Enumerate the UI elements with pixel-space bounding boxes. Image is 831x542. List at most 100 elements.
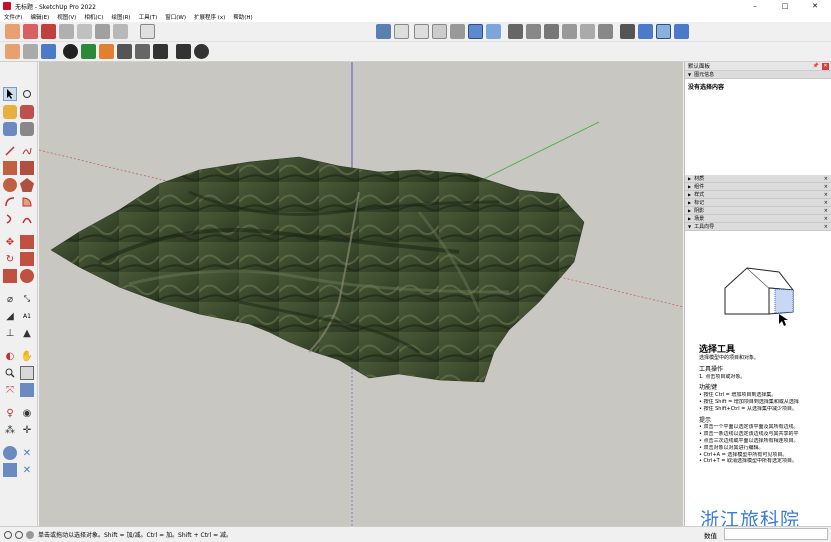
tree-icon[interactable]: [81, 44, 96, 59]
section-close-icon[interactable]: ×: [824, 208, 828, 214]
back-view-icon[interactable]: [580, 24, 595, 39]
stamp-tool-icon[interactable]: ✕: [20, 463, 34, 477]
scale-tool-icon[interactable]: [3, 269, 17, 283]
menu-file[interactable]: 文件(F): [0, 13, 26, 21]
menu-camera[interactable]: 相机(C): [80, 13, 107, 21]
smoove-tool-icon[interactable]: [3, 463, 17, 477]
section-shadows[interactable]: ▶ 阴影 ×: [685, 207, 831, 215]
section-styles[interactable]: ▶ 样式 ×: [685, 191, 831, 199]
model-viewport[interactable]: [39, 62, 683, 526]
lasso-select-icon[interactable]: [20, 87, 34, 101]
section-fill-icon[interactable]: [674, 24, 689, 39]
tag-tool-icon[interactable]: [20, 122, 34, 136]
zoom-extents-icon[interactable]: ⤧: [3, 383, 17, 397]
add-location-icon[interactable]: [41, 44, 56, 59]
section-close-icon[interactable]: ×: [824, 216, 828, 222]
add-icon[interactable]: [63, 44, 78, 59]
back-edges-icon[interactable]: [394, 24, 409, 39]
sandbox-icon[interactable]: [77, 24, 92, 39]
close-button[interactable]: ✕: [800, 0, 830, 12]
rotated-rectangle-icon[interactable]: [20, 161, 34, 175]
mail-icon[interactable]: [176, 44, 191, 59]
position-camera-icon[interactable]: ♀: [3, 406, 17, 420]
polygon-tool-icon[interactable]: [20, 178, 34, 192]
section-materials[interactable]: ▶ 材质 ×: [685, 175, 831, 183]
section-close-icon[interactable]: ×: [824, 224, 828, 230]
protractor-icon[interactable]: ◢: [3, 309, 17, 323]
stamp-icon[interactable]: [95, 24, 110, 39]
section-close-icon[interactable]: ×: [824, 200, 828, 206]
gear-icon[interactable]: [153, 44, 168, 59]
extension-warehouse-icon[interactable]: [41, 24, 56, 39]
shaded-textures-icon[interactable]: [468, 24, 483, 39]
line-tool-icon[interactable]: [3, 144, 17, 158]
minimize-button[interactable]: –: [740, 0, 770, 12]
3d-text-icon[interactable]: ▲: [20, 326, 34, 340]
warehouse-icon[interactable]: [5, 24, 20, 39]
move-tool-icon[interactable]: ✥: [3, 235, 17, 249]
monochrome-icon[interactable]: [486, 24, 501, 39]
section-tags[interactable]: ▶ 标记 ×: [685, 199, 831, 207]
make-component-icon[interactable]: [3, 105, 17, 119]
display-section-planes-icon[interactable]: [638, 24, 653, 39]
section-plane-icon[interactable]: [620, 24, 635, 39]
select-tool-icon[interactable]: [3, 87, 17, 101]
menu-window[interactable]: 窗口(W): [161, 13, 190, 21]
orbit-icon[interactable]: ◐: [3, 349, 17, 363]
display-section-cuts-icon[interactable]: [656, 24, 671, 39]
xray-icon[interactable]: [376, 24, 391, 39]
tray-close-icon[interactable]: ✕: [822, 62, 829, 70]
rectangle-tool-icon[interactable]: [3, 161, 17, 175]
pin-icon[interactable]: 📌: [813, 63, 819, 69]
credits-icon[interactable]: [15, 530, 23, 539]
tape-measure-icon[interactable]: ⌀: [3, 292, 17, 306]
section-plane-tool-icon[interactable]: ✛: [20, 423, 34, 437]
shadows-toggle-icon[interactable]: [140, 24, 155, 39]
menu-tools[interactable]: 工具(T): [135, 13, 162, 21]
front-view-icon[interactable]: [544, 24, 559, 39]
offset-tool-icon[interactable]: [20, 269, 34, 283]
menu-extensions[interactable]: 扩展程序 (x): [190, 13, 229, 21]
dimension-icon[interactable]: ⤡: [20, 292, 34, 306]
push-pull-icon[interactable]: [20, 235, 34, 249]
entity-info-header[interactable]: ▼ 图元信息: [685, 71, 831, 79]
eraser-icon[interactable]: [3, 122, 17, 136]
sandbox-scratch-icon[interactable]: ✕: [20, 446, 34, 460]
top-view-icon[interactable]: [526, 24, 541, 39]
section-components[interactable]: ▶ 组件 ×: [685, 183, 831, 191]
arc-tool-icon[interactable]: [3, 195, 17, 209]
section-scenes[interactable]: ▶ 场景 ×: [685, 215, 831, 223]
layout-icon[interactable]: [59, 24, 74, 39]
paint-bucket-icon[interactable]: [20, 105, 34, 119]
two-point-arc-icon[interactable]: [20, 212, 34, 226]
zoom-window-icon[interactable]: [20, 366, 34, 380]
walk-icon[interactable]: ⁂: [3, 423, 17, 437]
zoom-icon[interactable]: [3, 366, 17, 380]
previous-view-icon[interactable]: [20, 383, 34, 397]
axes-tool-icon[interactable]: ⊥: [3, 326, 17, 340]
follow-me-icon[interactable]: [20, 252, 34, 266]
text-tool-icon[interactable]: A1: [20, 309, 34, 323]
instructor-toggle-icon[interactable]: [26, 530, 34, 539]
terrain-mesh[interactable]: [50, 156, 585, 383]
look-around-icon[interactable]: ◉: [20, 406, 34, 420]
terrain-icon[interactable]: [99, 44, 114, 59]
right-view-icon[interactable]: [562, 24, 577, 39]
rotate-tool-icon[interactable]: ↻: [3, 252, 17, 266]
share-model-icon[interactable]: [23, 24, 38, 39]
section-close-icon[interactable]: ×: [824, 192, 828, 198]
pan-icon[interactable]: ✋: [20, 349, 34, 363]
measurements-input[interactable]: [724, 528, 828, 540]
section-instructor[interactable]: ▼ 工具向导 ×: [685, 223, 831, 231]
cloud-upload-icon[interactable]: [135, 44, 150, 59]
circle-tool-icon[interactable]: [3, 178, 17, 192]
hidden-line-icon[interactable]: [432, 24, 447, 39]
reload-icon[interactable]: [23, 44, 38, 59]
open-icon[interactable]: [5, 44, 20, 59]
menu-view[interactable]: 视图(V): [53, 13, 80, 21]
wireframe-icon[interactable]: [414, 24, 429, 39]
section-close-icon[interactable]: ×: [824, 176, 828, 182]
menu-draw[interactable]: 绘图(R): [107, 13, 134, 21]
section-close-icon[interactable]: ×: [824, 184, 828, 190]
smoove-icon[interactable]: [113, 24, 128, 39]
